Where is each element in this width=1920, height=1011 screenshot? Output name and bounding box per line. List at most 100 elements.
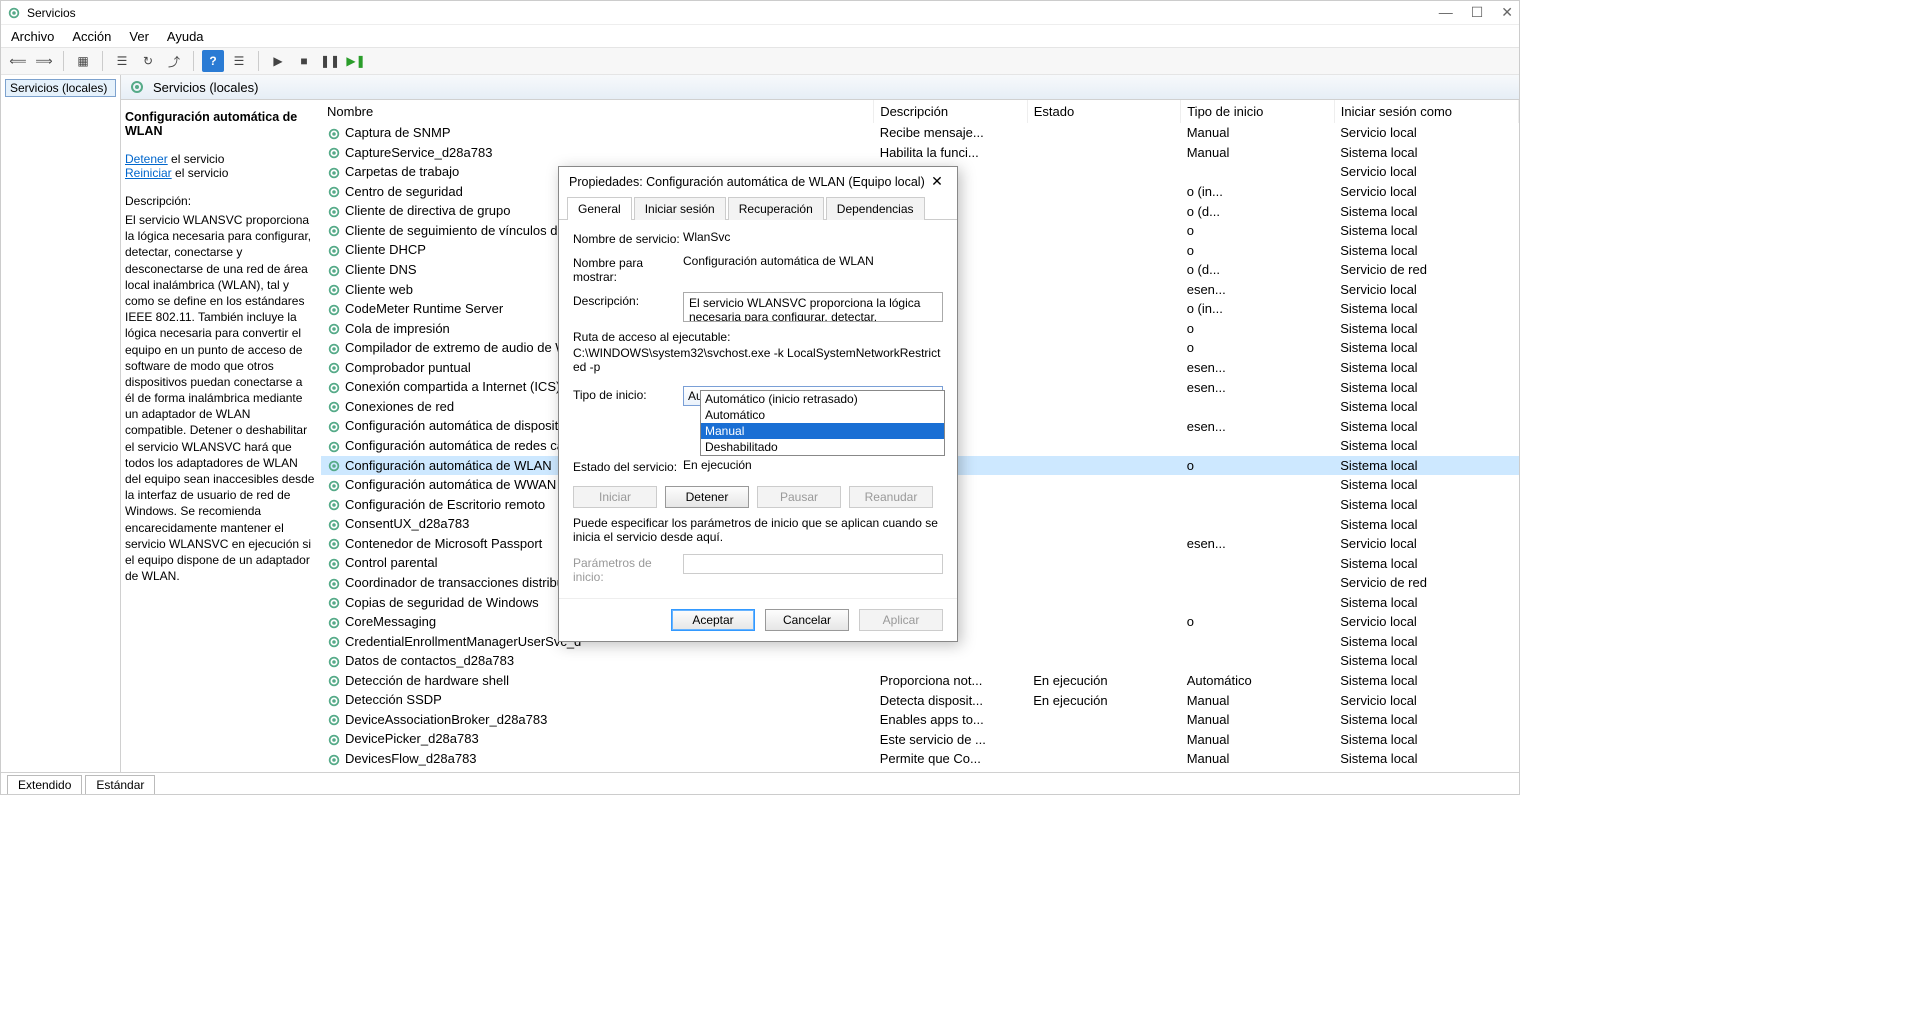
stop-service-button[interactable]: ■	[293, 50, 315, 72]
col-logon-as[interactable]: Iniciar sesión como	[1334, 100, 1518, 123]
col-name[interactable]: Nombre	[321, 100, 874, 123]
service-state	[1027, 299, 1181, 319]
service-logon: Sistema local	[1334, 338, 1518, 358]
service-start	[1181, 553, 1335, 573]
service-start: Manual (desen...	[1181, 769, 1335, 772]
dlg-tab-dependencies[interactable]: Dependencias	[826, 197, 925, 220]
startup-option-auto[interactable]: Automático	[701, 407, 944, 423]
col-description[interactable]: Descripción	[874, 100, 1028, 123]
startup-option-disabled[interactable]: Deshabilitado	[701, 439, 944, 455]
service-name: Compilador de extremo de audio de Wi	[345, 340, 570, 355]
dlg-tab-general[interactable]: General	[567, 197, 632, 220]
service-name: Diagnostic Execution Service	[345, 771, 513, 772]
service-name: CodeMeter Runtime Server	[345, 301, 503, 316]
pause-service-button[interactable]: ❚❚	[319, 50, 341, 72]
service-start: o	[1181, 221, 1335, 241]
description-textarea[interactable]: El servicio WLANSVC proporciona la lógic…	[683, 292, 943, 322]
service-state	[1027, 456, 1181, 476]
service-name: DevicePicker_d28a783	[345, 731, 479, 746]
table-row[interactable]: DevicePicker_d28a783 Este servicio de ...…	[321, 729, 1519, 749]
dialog-tabs: General Iniciar sesión Recuperación Depe…	[559, 196, 957, 220]
service-start	[1181, 436, 1335, 456]
menu-archivo[interactable]: Archivo	[11, 29, 54, 44]
service-state	[1027, 593, 1181, 613]
service-logon: Servicio local	[1334, 534, 1518, 554]
service-state	[1027, 162, 1181, 182]
service-logon: Sistema local	[1334, 299, 1518, 319]
properties-button[interactable]: ☰	[111, 50, 133, 72]
service-start: o	[1181, 319, 1335, 339]
close-button[interactable]: ✕	[1501, 4, 1513, 21]
btn-ok[interactable]: Aceptar	[671, 609, 755, 631]
table-row[interactable]: Captura de SNMPRecibe mensaje...ManualSe…	[321, 123, 1519, 143]
service-logon: Sistema local	[1334, 397, 1518, 417]
table-row[interactable]: DevicesFlow_d28a783Permite que Co...Manu…	[321, 749, 1519, 769]
service-start: o	[1181, 240, 1335, 260]
startup-option-manual[interactable]: Manual	[701, 423, 944, 439]
btn-resume: Reanudar	[849, 486, 933, 508]
service-icon	[327, 322, 341, 336]
service-name: ConsentUX_d28a783	[345, 516, 469, 531]
table-row[interactable]: Detección de hardware shellProporciona n…	[321, 671, 1519, 691]
service-icon	[327, 713, 341, 727]
back-button[interactable]: ⟸	[7, 50, 29, 72]
link-stop-service[interactable]: Detener	[125, 152, 168, 166]
btn-cancel[interactable]: Cancelar	[765, 609, 849, 631]
table-row[interactable]: CaptureService_d28a783Habilita la funci.…	[321, 143, 1519, 163]
dlg-tab-recovery[interactable]: Recuperación	[728, 197, 824, 220]
service-start: esen...	[1181, 534, 1335, 554]
menu-accion[interactable]: Acción	[72, 29, 111, 44]
col-state[interactable]: Estado	[1027, 100, 1181, 123]
menu-ayuda[interactable]: Ayuda	[167, 29, 204, 44]
link-restart-service[interactable]: Reiniciar	[125, 166, 172, 180]
service-logon: Sistema local	[1334, 377, 1518, 397]
table-header-row: Nombre Descripción Estado Tipo de inicio…	[321, 100, 1519, 123]
show-hide-tree-button[interactable]: ▦	[72, 50, 94, 72]
help-button[interactable]: ?	[202, 50, 224, 72]
service-state	[1027, 240, 1181, 260]
pane-header-title: Servicios (locales)	[153, 80, 258, 95]
startup-option-delayed[interactable]: Automático (inicio retrasado)	[701, 391, 944, 407]
service-start	[1181, 593, 1335, 613]
minimize-button[interactable]: —	[1439, 4, 1453, 21]
col-startup-type[interactable]: Tipo de inicio	[1181, 100, 1335, 123]
export-button[interactable]: ⤴	[163, 50, 185, 72]
lbl-service-state: Estado del servicio:	[573, 458, 683, 474]
detail-description-body: El servicio WLANSVC proporciona la lógic…	[125, 212, 315, 584]
service-icon	[327, 303, 341, 317]
dialog-close-button[interactable]: ✕	[927, 173, 947, 190]
dlg-tab-logon[interactable]: Iniciar sesión	[634, 197, 726, 220]
table-row[interactable]: Datos de contactos_d28a783Sistema local	[321, 651, 1519, 671]
service-icon	[327, 283, 341, 297]
service-icon	[327, 342, 341, 356]
table-row[interactable]: Diagnostic Execution ServiceExecutes dia…	[321, 769, 1519, 772]
service-icon	[327, 655, 341, 669]
table-row[interactable]: DeviceAssociationBroker_d28a783Enables a…	[321, 710, 1519, 730]
service-start: Manual	[1181, 749, 1335, 769]
toolbar: ⟸ ⟹ ▦ ☰ ↻ ⤴ ? ☰ ▶ ■ ❚❚ ▶❚	[1, 47, 1519, 75]
detail-description-label: Descripción:	[125, 194, 315, 208]
startup-type-dropdown[interactable]: Automático (inicio retrasado) Automático…	[700, 390, 945, 456]
service-desc: Este servicio de ...	[874, 729, 1028, 749]
service-start: esen...	[1181, 280, 1335, 300]
start-service-button[interactable]: ▶	[267, 50, 289, 72]
service-state	[1027, 201, 1181, 221]
service-state	[1027, 397, 1181, 417]
tab-standard[interactable]: Estándar	[85, 775, 155, 794]
service-state	[1027, 495, 1181, 515]
btn-start: Iniciar	[573, 486, 657, 508]
filter-button[interactable]: ☰	[228, 50, 250, 72]
lbl-exe-path: Ruta de acceso al ejecutable:	[573, 330, 943, 344]
forward-button[interactable]: ⟹	[33, 50, 55, 72]
tab-extended[interactable]: Extendido	[7, 775, 82, 794]
menu-ver[interactable]: Ver	[129, 29, 149, 44]
service-name: Cliente de seguimiento de vínculos dist	[345, 223, 570, 238]
maximize-button[interactable]: ☐	[1471, 4, 1484, 21]
table-row[interactable]: Detección SSDPDetecta disposit...En ejec…	[321, 690, 1519, 710]
tree-item-services-local[interactable]: Servicios (locales)	[5, 79, 116, 97]
service-state: En ejecución	[1027, 671, 1181, 691]
val-service-state: En ejecución	[683, 458, 943, 472]
refresh-button[interactable]: ↻	[137, 50, 159, 72]
btn-stop[interactable]: Detener	[665, 486, 749, 508]
restart-service-button[interactable]: ▶❚	[345, 50, 367, 72]
